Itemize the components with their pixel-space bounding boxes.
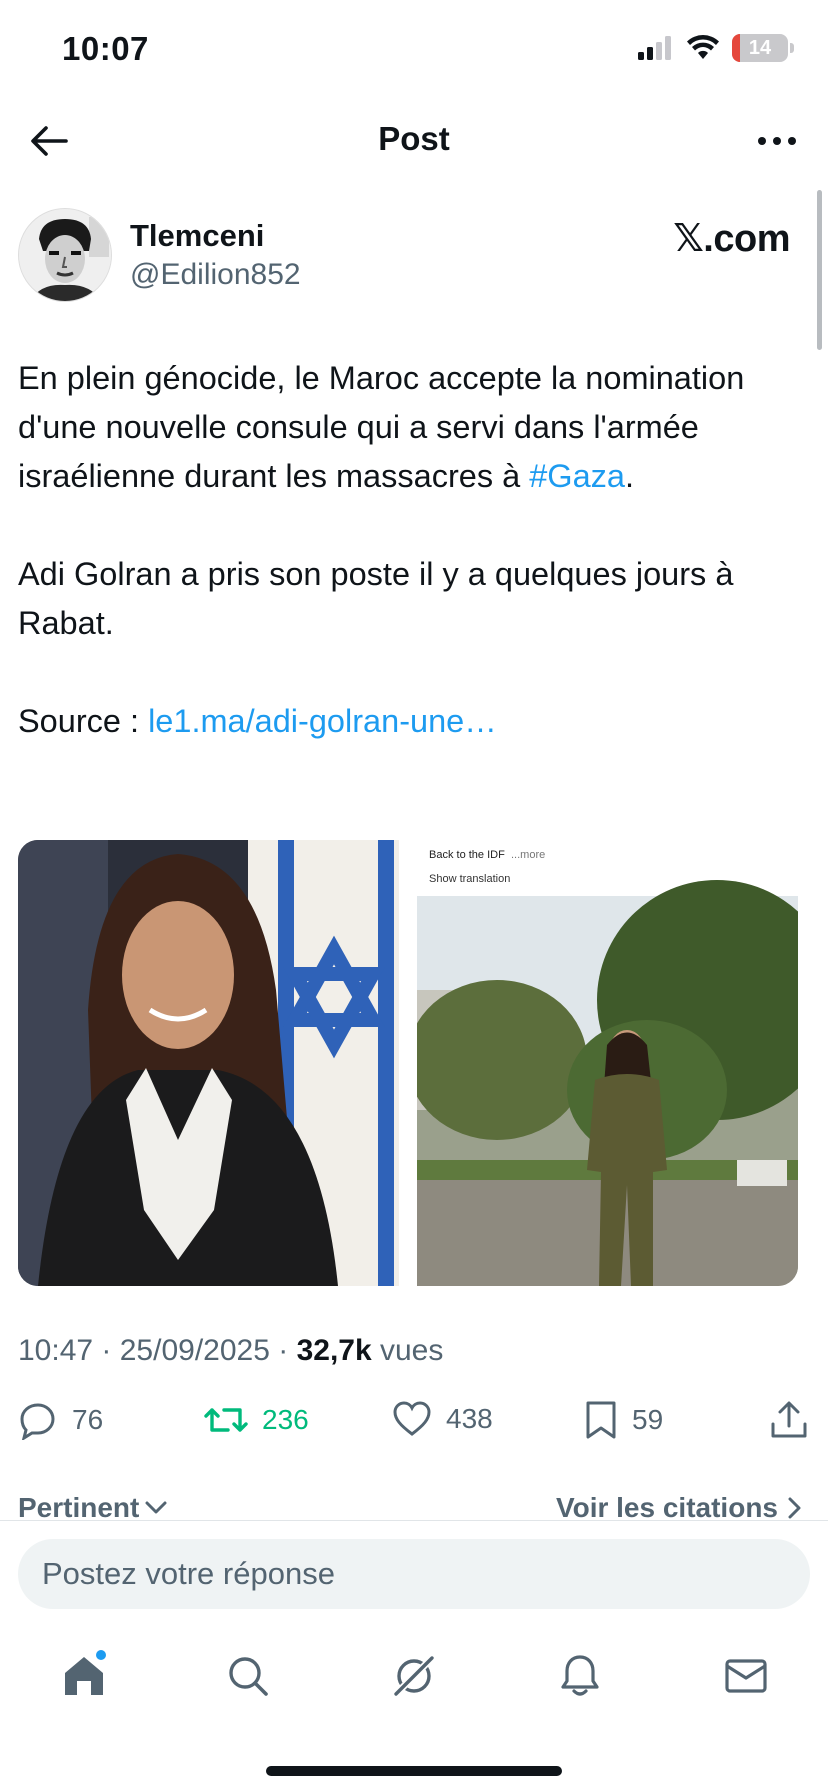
author-handle[interactable]: @Edilion852 xyxy=(130,258,301,292)
uniform-photo-image: Back to the IDF ...more Show translation xyxy=(417,840,798,1286)
caption-line-2: Show translation xyxy=(429,873,510,885)
share-button[interactable] xyxy=(770,1400,808,1440)
meta-separator: · xyxy=(269,1334,297,1367)
meta-separator: · xyxy=(93,1334,120,1367)
wifi-icon xyxy=(687,35,719,59)
status-bar: 10:07 14 xyxy=(0,0,828,100)
share-icon xyxy=(771,1401,807,1438)
post-header: Post xyxy=(0,100,828,180)
repost-button[interactable]: 236 xyxy=(204,1400,309,1440)
bell-icon xyxy=(561,1655,599,1696)
author-row: Tlemceni @Edilion852 𝕏.com xyxy=(18,208,798,304)
bookmark-count: 59 xyxy=(632,1404,664,1435)
notification-dot xyxy=(96,1650,106,1660)
tweet-text-1-end: . xyxy=(625,458,635,494)
battery-tip xyxy=(790,43,794,53)
nav-grok[interactable] xyxy=(384,1646,444,1706)
source-link[interactable]: le1.ma/adi-golran-une… xyxy=(148,703,497,739)
tweet-paragraph-1: En plein génocide, le Maroc accepte la n… xyxy=(18,354,810,501)
reply-input[interactable]: Postez votre réponse xyxy=(18,1539,810,1609)
portrait-with-flag-image xyxy=(18,840,399,1286)
author-name[interactable]: Tlemceni xyxy=(130,218,264,254)
caption-line-1: Back to the IDF xyxy=(429,849,505,861)
status-time: 10:07 xyxy=(62,30,149,67)
bookmark-button[interactable]: 59 xyxy=(584,1400,663,1440)
caption-more: ...more xyxy=(511,849,545,861)
media-photo-1[interactable] xyxy=(18,840,399,1286)
chevron-down-icon xyxy=(145,1501,167,1514)
tweet-text: En plein génocide, le Maroc accepte la n… xyxy=(18,354,810,746)
nav-messages[interactable] xyxy=(716,1646,776,1706)
more-options-button[interactable] xyxy=(754,118,800,164)
reply-icon xyxy=(20,1403,55,1440)
mail-icon xyxy=(725,1659,767,1693)
like-button[interactable]: 438 xyxy=(392,1400,493,1438)
nav-search[interactable] xyxy=(218,1646,278,1706)
hashtag-link[interactable]: #Gaza xyxy=(529,458,625,494)
battery-icon: 14 xyxy=(732,34,788,62)
reply-button[interactable]: 76 xyxy=(18,1400,103,1440)
nav-notifications[interactable] xyxy=(550,1646,610,1706)
search-icon xyxy=(229,1657,268,1696)
tweet-paragraph-3: Source : le1.ma/adi-golran-une… xyxy=(18,697,810,746)
post-time: 10:47 xyxy=(18,1334,94,1367)
source-label: Source : xyxy=(18,703,149,739)
post-date: 25/09/2025 xyxy=(119,1334,270,1367)
cellular-signal-icon xyxy=(638,36,671,60)
bookmark-icon xyxy=(586,1401,616,1439)
post-meta: 10:47 · 25/09/2025 · 32,7k vues xyxy=(18,1334,443,1368)
avatar[interactable] xyxy=(18,208,112,302)
heart-icon xyxy=(393,1401,431,1436)
grok-icon xyxy=(393,1655,435,1697)
reply-count: 76 xyxy=(72,1404,104,1435)
reply-placeholder: Postez votre réponse xyxy=(42,1556,335,1591)
chevron-right-icon xyxy=(788,1497,801,1519)
views-label: vues xyxy=(371,1334,444,1367)
repost-icon xyxy=(204,1408,248,1432)
status-icons: 14 xyxy=(638,34,794,62)
like-count: 438 xyxy=(446,1403,493,1434)
tweet-paragraph-2: Adi Golran a pris son poste il y a quelq… xyxy=(18,556,734,641)
xcom-watermark: 𝕏.com xyxy=(673,218,790,260)
reply-composer: Postez votre réponse xyxy=(0,1521,828,1621)
nav-home[interactable] xyxy=(54,1646,114,1706)
home-indicator[interactable] xyxy=(266,1766,562,1776)
media-photo-2[interactable]: Back to the IDF ...more Show translation xyxy=(417,840,798,1286)
media-gallery: Back to the IDF ...more Show translation xyxy=(18,840,798,1286)
action-bar: 76 236 438 59 xyxy=(18,1400,810,1452)
repost-count: 236 xyxy=(262,1404,309,1435)
views-count[interactable]: 32,7k xyxy=(297,1334,372,1367)
avatar-portrait-image xyxy=(19,209,111,301)
page-title: Post xyxy=(378,120,450,157)
tweet-text-1: En plein génocide, le Maroc accepte la n… xyxy=(18,360,745,494)
more-dots-icon xyxy=(758,137,796,145)
scrollbar[interactable] xyxy=(817,190,822,350)
bottom-nav xyxy=(0,1630,828,1720)
battery-level: 14 xyxy=(748,36,772,59)
